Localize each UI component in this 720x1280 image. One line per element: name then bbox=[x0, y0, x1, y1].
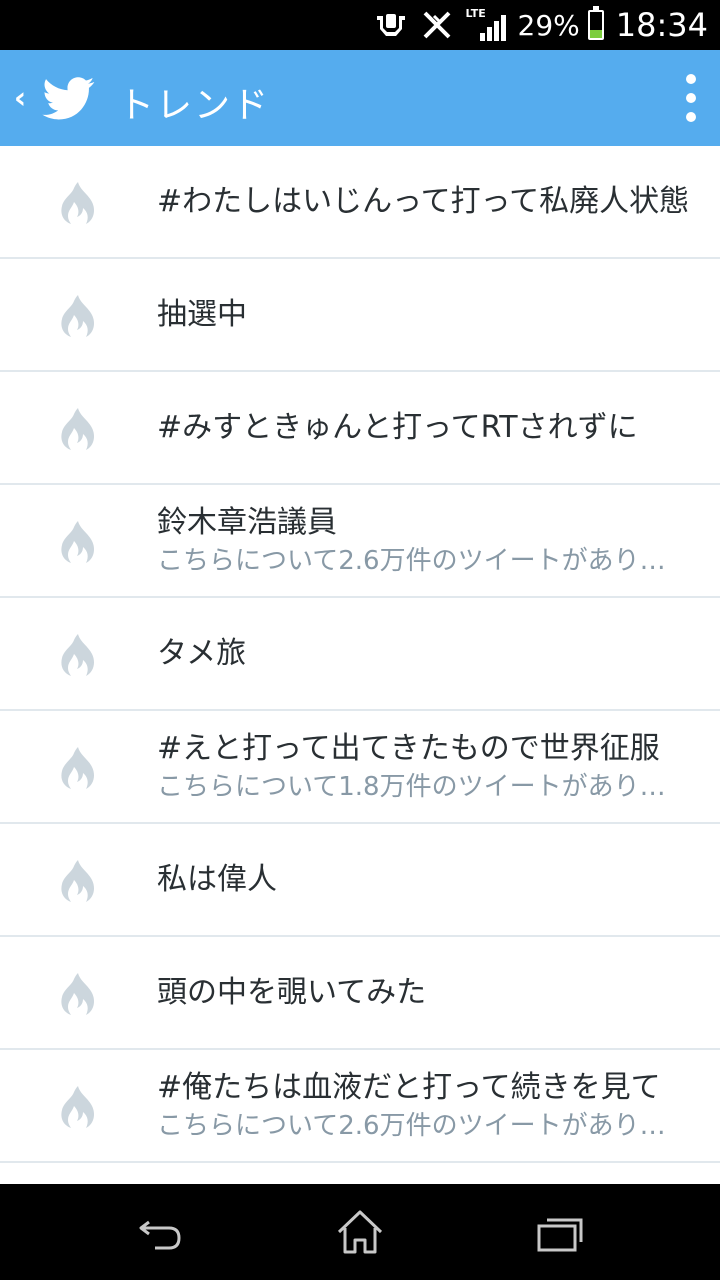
trending-fire-icon bbox=[58, 519, 98, 565]
overflow-menu-icon[interactable] bbox=[684, 74, 698, 122]
trending-fire-icon bbox=[58, 406, 98, 452]
signal-bars bbox=[478, 15, 506, 41]
trend-name: 私は偉人 bbox=[157, 861, 277, 897]
battery-percent: 29% bbox=[517, 8, 580, 42]
trending-fire-icon bbox=[58, 745, 98, 791]
twitter-bird-icon[interactable] bbox=[42, 72, 96, 124]
trending-fire-icon bbox=[58, 1084, 98, 1130]
trend-tweet-count: こちらについて2.6万件のツイートがあります bbox=[157, 1110, 690, 1141]
nav-back-icon[interactable] bbox=[135, 1208, 185, 1256]
trending-fire-icon bbox=[58, 180, 98, 226]
trend-name: 鈴木章浩議員 bbox=[157, 504, 337, 540]
trend-row[interactable]: #俺たちは血液だと打って続きを見て こちらについて2.6万件のツイートがあります bbox=[0, 1050, 720, 1163]
nav-recents-icon[interactable] bbox=[535, 1208, 585, 1256]
trending-fire-icon bbox=[58, 293, 98, 339]
trend-row[interactable]: 頭の中を覗いてみた bbox=[0, 937, 720, 1050]
trend-tweet-count: こちらについて2.6万件のツイートがあります bbox=[157, 545, 690, 576]
trend-row[interactable]: #みすときゅんと打ってRTされずに bbox=[0, 372, 720, 485]
trend-row[interactable]: 私は偉人 bbox=[0, 824, 720, 937]
trend-name: #みすときゅんと打ってRTされずに bbox=[157, 409, 638, 445]
nav-home-icon[interactable] bbox=[335, 1208, 385, 1256]
clock: 18:34 bbox=[615, 6, 708, 44]
trend-name: #えと打って出てきたもので世界征服 bbox=[157, 730, 660, 766]
back-icon[interactable]: ‹ bbox=[8, 80, 32, 116]
trend-row[interactable]: 鈴木章浩議員 こちらについて2.6万件のツイートがあります bbox=[0, 485, 720, 598]
trend-name: #わたしはいじんって打って私廃人状態 bbox=[157, 183, 690, 219]
trending-fire-icon bbox=[58, 858, 98, 904]
trend-row[interactable]: #えと打って出てきたもので世界征服 こちらについて1.8万件のツイートがあります bbox=[0, 711, 720, 824]
trend-name: #俺たちは血液だと打って続きを見て bbox=[157, 1069, 661, 1105]
trends-list: #わたしはいじんって打って私廃人状態 抽選中 #みすときゅんと打ってRTされずに… bbox=[0, 146, 720, 1163]
navigation-bar bbox=[0, 1184, 720, 1280]
status-bar: LTE 29% 18:34 bbox=[0, 0, 720, 50]
trend-row[interactable]: タメ旅 bbox=[0, 598, 720, 711]
vibrate-icon bbox=[374, 10, 408, 40]
trend-name: 抽選中 bbox=[157, 296, 247, 332]
trend-name: タメ旅 bbox=[157, 635, 247, 671]
lte-signal-icon: LTE bbox=[466, 7, 506, 43]
trend-tweet-count: こちらについて1.8万件のツイートがあります bbox=[157, 771, 690, 802]
trending-fire-icon bbox=[58, 632, 98, 678]
trend-name: 頭の中を覗いてみた bbox=[157, 974, 427, 1010]
trend-row[interactable]: 抽選中 bbox=[0, 259, 720, 372]
nfc-icon bbox=[420, 8, 454, 42]
trend-row[interactable]: #わたしはいじんって打って私廃人状態 bbox=[0, 146, 720, 259]
action-bar: ‹ トレンド bbox=[0, 50, 720, 146]
trending-fire-icon bbox=[58, 971, 98, 1017]
battery-icon bbox=[587, 6, 604, 40]
page-title: トレンド bbox=[118, 85, 271, 126]
status-icons: LTE 29% 18:34 bbox=[374, 0, 720, 50]
